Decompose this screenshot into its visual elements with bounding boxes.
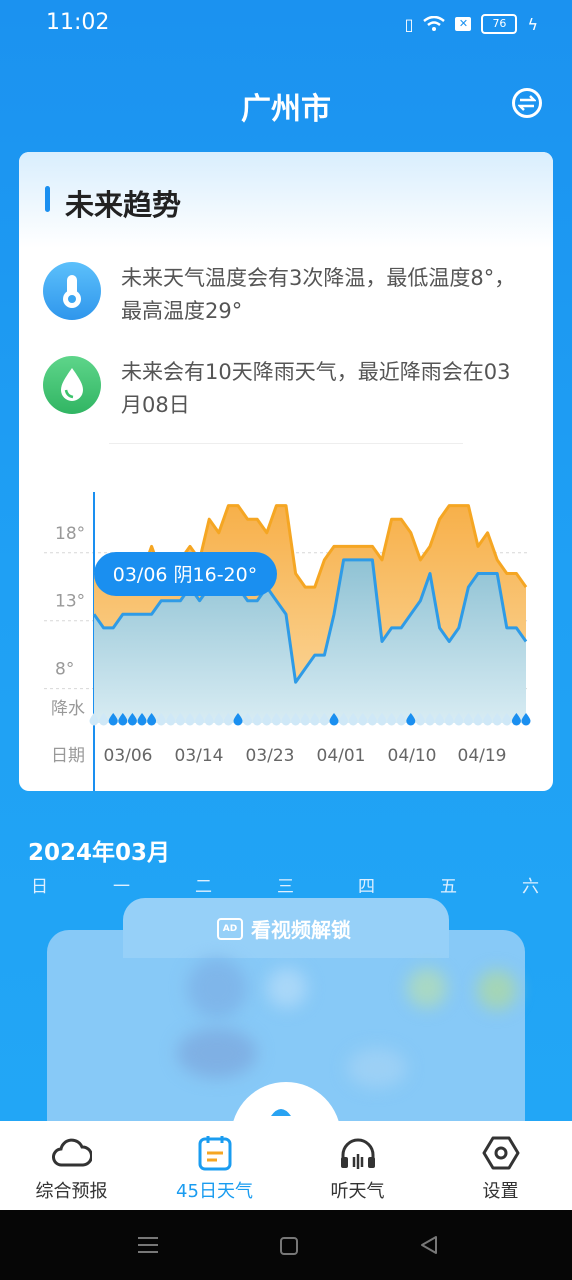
charging-icon: ϟ xyxy=(527,14,538,34)
vibrate-icon: ▯ xyxy=(404,14,414,34)
weekday-label: 二 xyxy=(195,877,212,897)
cloud-icon xyxy=(52,1138,92,1167)
weekday-label: 四 xyxy=(358,877,375,897)
month-title: 2024年03月 xyxy=(28,840,171,866)
weekday-label: 日 xyxy=(31,877,48,897)
menu-icon[interactable] xyxy=(136,1235,160,1255)
weekday-label: 三 xyxy=(277,877,294,897)
weekday-label: 一 xyxy=(113,877,130,897)
nav-45day-label: 45日天气 xyxy=(176,1181,253,1202)
x-tick-label: 04/10 xyxy=(388,746,437,766)
trend-title: 未来趋势 xyxy=(65,188,182,222)
temp-summary-row: 未来天气温度会有3次降温，最低温度8°，最高温度29° xyxy=(43,262,533,328)
system-nav-bar xyxy=(0,1210,572,1280)
status-bar: 11:02 ▯ ✕ 76 ϟ xyxy=(0,0,572,50)
city-title[interactable]: 广州市 xyxy=(0,84,572,128)
x-tick-label: 03/06 xyxy=(104,746,153,766)
title-accent-bar xyxy=(45,186,50,212)
unlock-video-button[interactable]: AD 看视频解锁 xyxy=(217,914,351,943)
date-label: 日期 xyxy=(51,746,85,766)
x-tick-label: 03/14 xyxy=(175,746,224,766)
weekday-label: 五 xyxy=(440,877,457,897)
locked-calendar-panel[interactable]: AD 看视频解锁 xyxy=(47,898,525,1192)
x-tick-label: 04/01 xyxy=(317,746,366,766)
trend-chart[interactable]: 18° 13° 8° 降水日期 03/06 03/14 03/23 04/01 04/10 04/… xyxy=(19,322,553,791)
thermometer-icon xyxy=(43,262,101,320)
nav-forecast[interactable]: 综合预报 xyxy=(0,1121,143,1210)
y-tick-label: 8° xyxy=(55,660,74,680)
precip-label: 降水 xyxy=(51,699,85,719)
bottom-nav: 综合预报 45日天气 听天气 设置 xyxy=(0,1121,572,1210)
nav-listen-label: 听天气 xyxy=(330,1181,385,1202)
home-icon[interactable] xyxy=(278,1235,300,1257)
ad-video-icon: AD xyxy=(217,917,243,940)
no-sim-icon: ✕ xyxy=(455,17,472,31)
nav-45day[interactable]: 45日天气 xyxy=(143,1121,286,1210)
battery-icon: 76 xyxy=(481,14,518,34)
headphones-icon xyxy=(341,1138,375,1169)
weekday-label: 六 xyxy=(522,877,539,897)
y-tick-label: 18° xyxy=(55,524,85,544)
nav-listen[interactable]: 听天气 xyxy=(286,1121,429,1210)
tooltip-text: 03/06 阴16-20° xyxy=(113,564,258,586)
y-tick-label: 13° xyxy=(55,592,85,612)
wifi-icon xyxy=(423,16,446,31)
swap-icon[interactable] xyxy=(512,88,542,118)
calendar-icon xyxy=(198,1136,232,1171)
nav-forecast-label: 综合预报 xyxy=(35,1181,108,1202)
clock: 11:02 xyxy=(46,10,110,35)
x-tick-label: 03/23 xyxy=(246,746,295,766)
settings-icon xyxy=(482,1136,520,1170)
temp-summary: 未来天气温度会有3次降温，最低温度8°，最高温度29° xyxy=(121,266,516,323)
nav-settings[interactable]: 设置 xyxy=(429,1121,572,1210)
x-tick-label: 04/19 xyxy=(458,746,507,766)
trend-card: 未来趋势 未来天气温度会有3次降温，最低温度8°，最高温度29° 未来会有10天… xyxy=(19,152,553,791)
unlock-label: 看视频解锁 xyxy=(251,918,351,942)
nav-settings-label: 设置 xyxy=(482,1181,519,1202)
weekday-header: 日一二三四五六 xyxy=(0,872,572,897)
back-icon[interactable] xyxy=(418,1234,440,1256)
